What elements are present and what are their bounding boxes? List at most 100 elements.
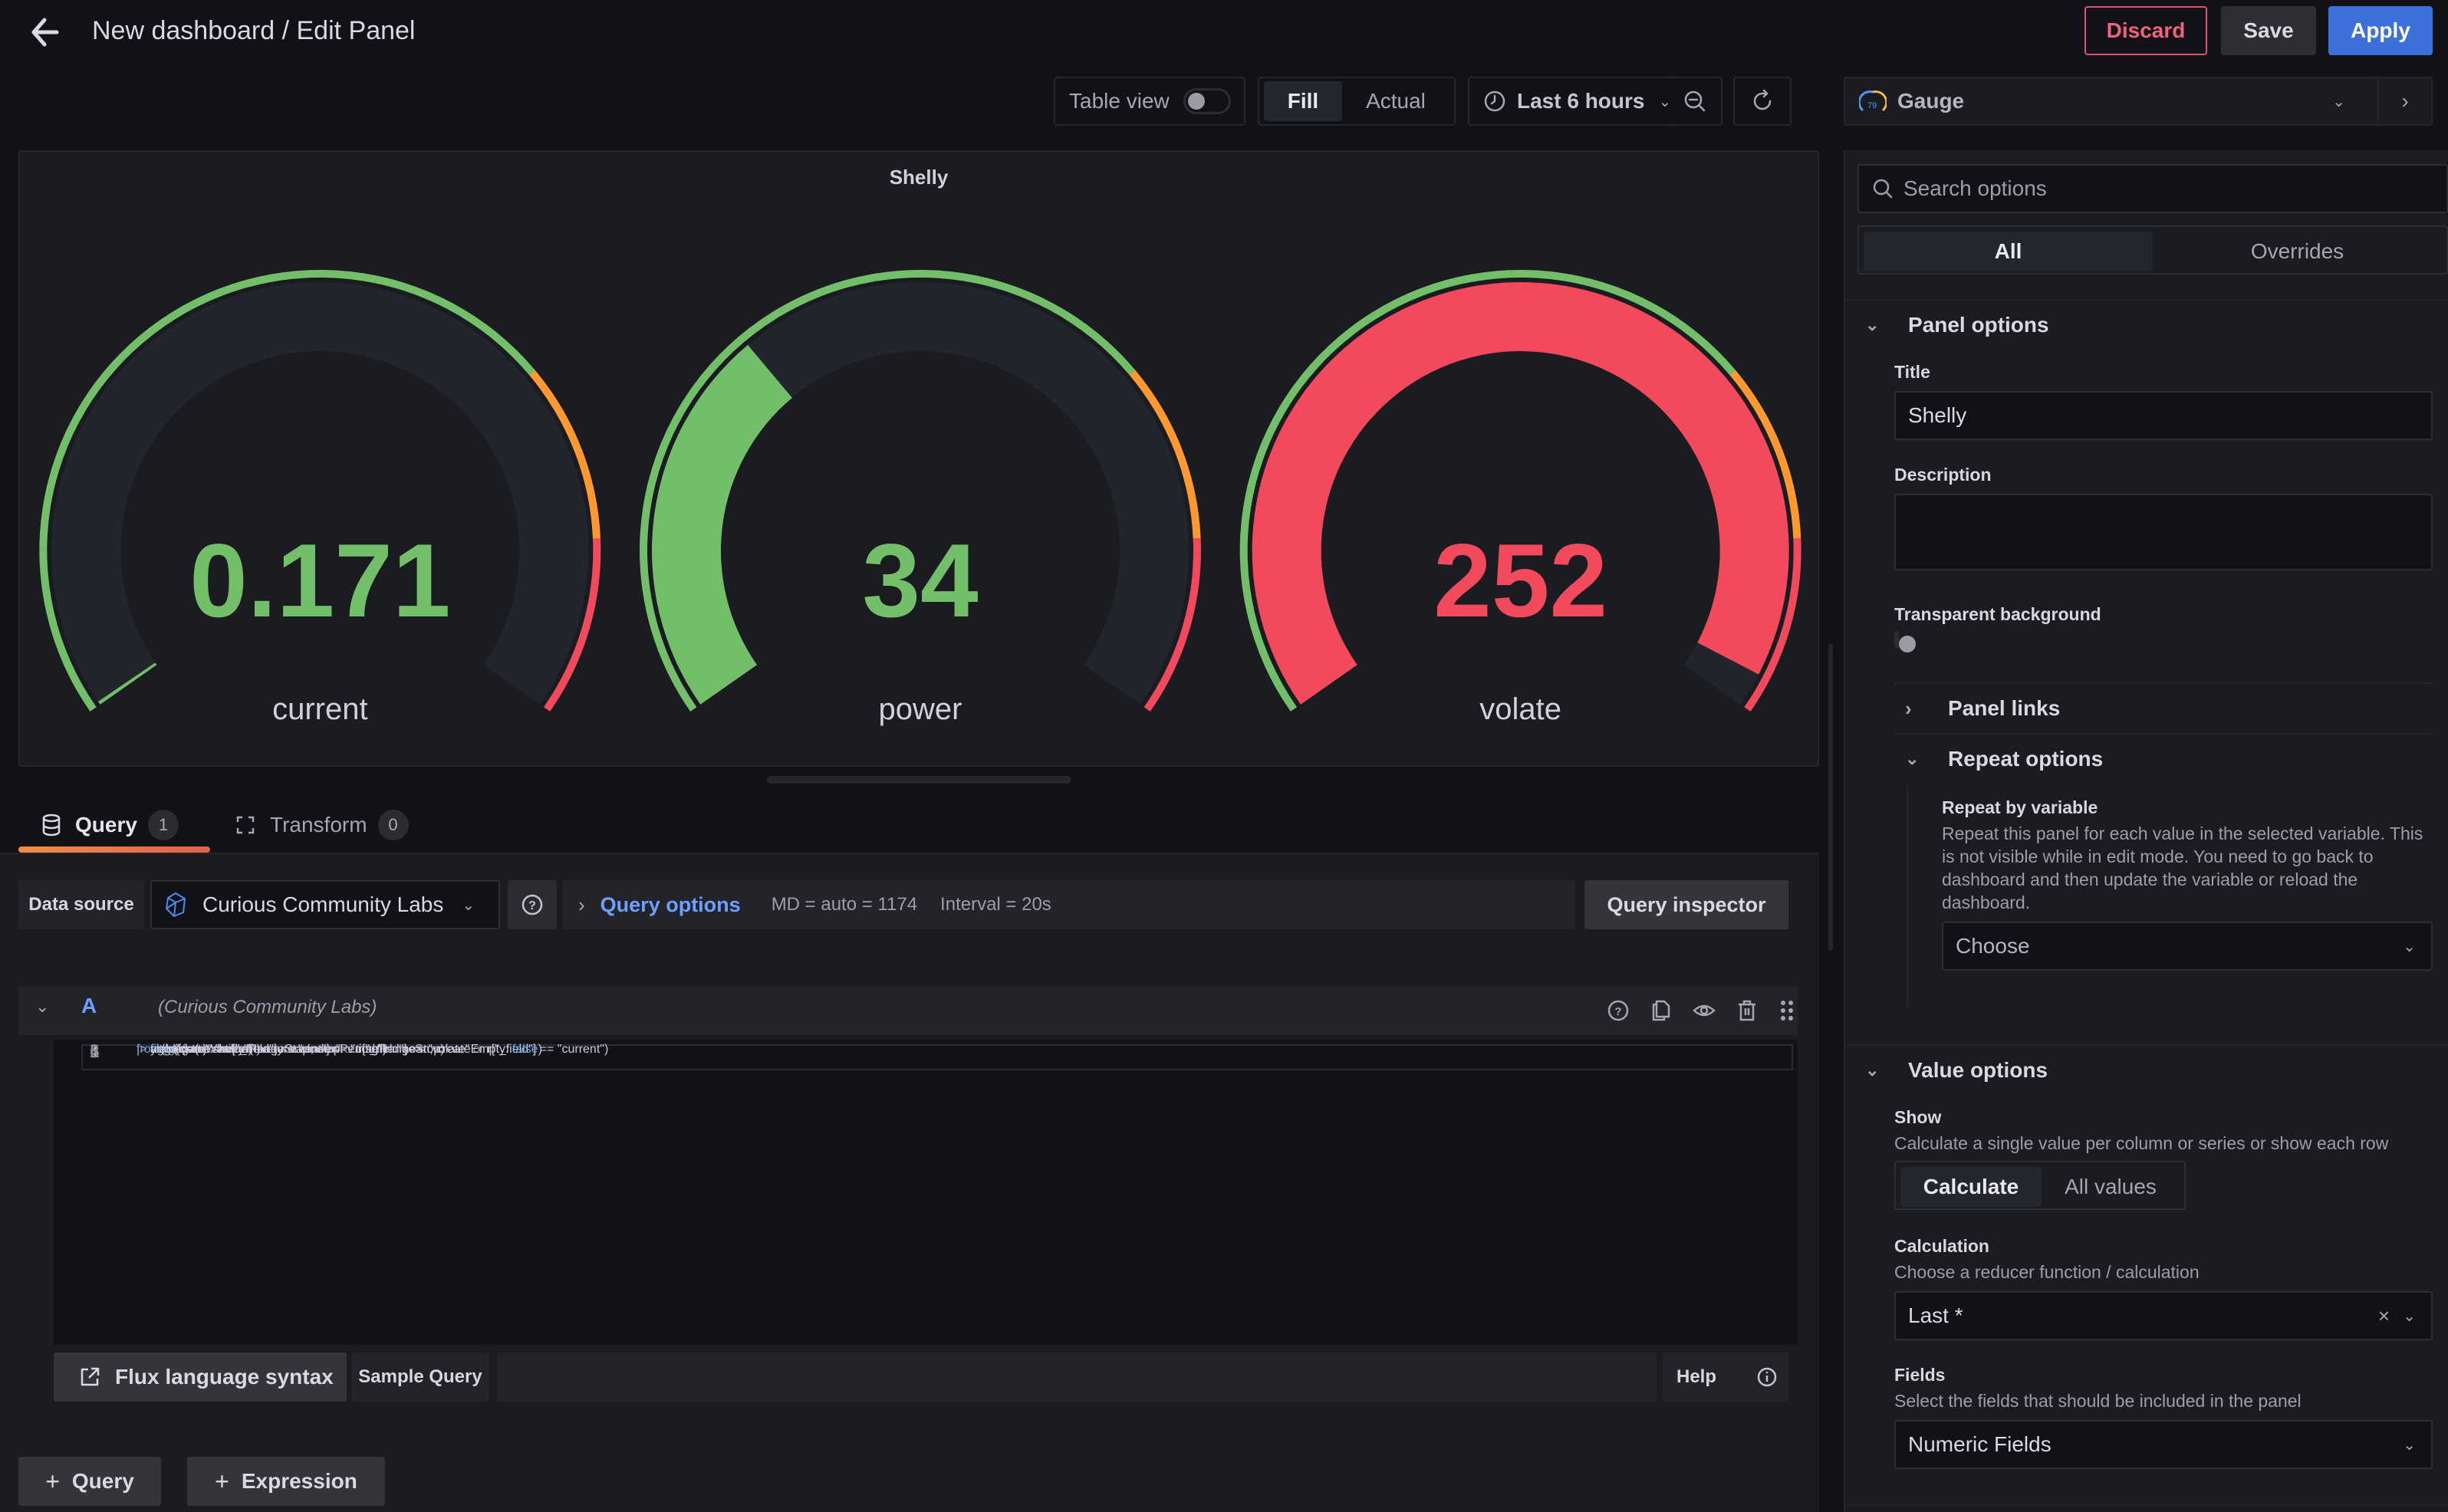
delete-query-button[interactable] — [1735, 998, 1759, 1023]
collapse-options-button[interactable]: › — [2377, 78, 2431, 124]
description-textarea[interactable] — [1894, 494, 2433, 570]
save-button[interactable]: Save — [2221, 6, 2316, 55]
gauge-power: 34 power — [640, 270, 1201, 726]
chevron-down-icon: ⌄ — [2403, 1436, 2416, 1454]
panel-options-header[interactable]: ⌄ Panel options — [1865, 305, 2049, 345]
repeat-options-header[interactable]: ⌄ Repeat options — [1905, 739, 2103, 779]
transparent-bg-switch[interactable] — [1894, 631, 1916, 652]
visualization-picker[interactable]: 79 Gauge ⌄ › — [1844, 77, 2433, 126]
divider — [1844, 1044, 2448, 1046]
table-view-toggle[interactable]: Table view — [1054, 77, 1245, 126]
data-source-value: Curious Community Labs — [202, 892, 444, 916]
collapse-query-icon[interactable]: ⌄ — [35, 997, 49, 1017]
tab-query-label: Query — [75, 813, 137, 837]
panel-resize-handle[interactable] — [767, 776, 1071, 784]
interval-value: Interval = 20s — [940, 894, 1051, 915]
query-options-toggle[interactable]: › Query options MD = auto = 1174 Interva… — [563, 880, 1575, 929]
chevron-down-icon: ⌄ — [1865, 1060, 1880, 1080]
repeat-variable-select[interactable]: Choose ⌄ — [1942, 922, 2433, 971]
title-value: Shelly — [1908, 403, 1967, 427]
gauge-label: power — [879, 692, 962, 726]
value-options-header[interactable]: ⌄ Value options — [1865, 1050, 2048, 1090]
chevron-right-icon: › — [1905, 696, 1912, 720]
svg-text:?: ? — [528, 899, 536, 912]
fields-description: Select the fields that should be include… — [1894, 1391, 2302, 1411]
vertical-scrollbar[interactable] — [1828, 644, 1833, 951]
visualization-label: Gauge — [1897, 89, 1965, 113]
duplicate-query-button[interactable] — [1649, 998, 1673, 1023]
fill-actual-switch: Fill Actual — [1258, 77, 1456, 126]
search-options-placeholder: Search options — [1903, 176, 2047, 200]
transparent-bg-label: Transparent background — [1894, 604, 2101, 624]
tab-all[interactable]: All — [1864, 232, 2153, 271]
divider — [1844, 1504, 2448, 1506]
title-label: Title — [1894, 362, 1930, 382]
time-range-picker[interactable]: Last 6 hours ⌄ — [1468, 77, 1698, 126]
add-query-label: Query — [71, 1469, 134, 1493]
gauge-label: current — [272, 692, 368, 726]
discard-button[interactable]: Discard — [2084, 6, 2207, 55]
time-range-label: Last 6 hours — [1517, 89, 1645, 113]
actual-option[interactable]: Actual — [1342, 81, 1449, 121]
calculation-description: Choose a reducer function / calculation — [1894, 1262, 2200, 1282]
show-description: Calculate a single value per column or s… — [1894, 1133, 2389, 1153]
gauge-label: volate — [1479, 692, 1561, 726]
query-row-datasource: (Curious Community Labs) — [158, 997, 377, 1017]
trash-icon — [1739, 1000, 1755, 1021]
fields-select[interactable]: Numeric Fields ⌄ — [1894, 1420, 2433, 1469]
gauge-current: 0.171 current — [39, 269, 601, 726]
zoom-out-button[interactable] — [1669, 77, 1722, 126]
chevron-down-icon: ⌄ — [462, 896, 475, 914]
repeat-options-guide — [1907, 785, 1908, 1007]
database-icon — [42, 814, 61, 837]
drag-query-handle[interactable] — [1775, 998, 1799, 1023]
chevron-down-icon: ⌄ — [2403, 1307, 2416, 1325]
add-query-button[interactable]: + Query — [18, 1457, 161, 1506]
tab-query-count: 1 — [147, 810, 179, 840]
calculation-select[interactable]: Last * × ⌄ — [1894, 1291, 2433, 1340]
toggle-query-visibility-button[interactable] — [1692, 998, 1716, 1023]
panel-links-header[interactable]: › Panel links — [1905, 689, 2060, 728]
chevron-down-icon: ⌄ — [2332, 93, 2345, 110]
description-label: Description — [1894, 465, 1992, 485]
add-expression-button[interactable]: + Expression — [187, 1457, 385, 1506]
tab-query[interactable]: Query 1 — [41, 797, 179, 853]
help-button[interactable]: Help — [1663, 1353, 1788, 1402]
info-circle-icon — [1757, 1367, 1777, 1387]
refresh-button[interactable] — [1733, 77, 1792, 126]
chevron-right-icon: › — [578, 892, 585, 916]
tab-transform[interactable]: Transform 0 — [235, 797, 409, 853]
data-source-select[interactable]: Curious Community Labs ⌄ — [150, 880, 500, 929]
query-ref-id[interactable]: A — [81, 994, 97, 1018]
apply-button[interactable]: Apply — [2328, 6, 2433, 55]
flux-syntax-link[interactable]: Flux language syntax — [54, 1353, 347, 1402]
data-source-help-button[interactable]: ? — [508, 880, 557, 929]
divider — [1894, 733, 2433, 735]
sample-query-select[interactable] — [497, 1353, 1657, 1402]
panel-preview: Shelly 0.171 current 34 power 252 volate — [18, 150, 1819, 767]
options-tabs: All Overrides — [1857, 225, 2448, 274]
zoom-out-icon — [1684, 90, 1706, 112]
fields-label: Fields — [1894, 1365, 1946, 1385]
clear-icon[interactable]: × — [2378, 1304, 2390, 1328]
query-help-button[interactable]: ? — [1606, 998, 1630, 1023]
table-view-switch[interactable] — [1183, 88, 1231, 114]
line-number: 6 — [89, 1043, 100, 1062]
title-input[interactable]: Shelly — [1894, 391, 2433, 440]
search-options-input[interactable]: Search options — [1857, 164, 2448, 213]
sample-query-label: Sample Query — [351, 1353, 489, 1402]
query-inspector-button[interactable]: Query inspector — [1584, 880, 1788, 929]
show-calculate-option[interactable]: Calculate — [1900, 1167, 2042, 1207]
fill-option[interactable]: Fill — [1264, 81, 1342, 121]
table-view-label: Table view — [1069, 89, 1170, 113]
back-button[interactable] — [28, 15, 61, 49]
show-all-values-option[interactable]: All values — [2042, 1167, 2180, 1207]
copy-icon — [1652, 1000, 1670, 1021]
plus-icon: + — [45, 1467, 60, 1495]
eye-icon — [1693, 1004, 1716, 1017]
plus-icon: + — [215, 1467, 229, 1495]
query-options-label: Query options — [600, 892, 741, 916]
gauge-value: 34 — [862, 522, 978, 639]
tab-overrides[interactable]: Overrides — [2153, 232, 2442, 271]
code-text: |> yield(name: "mean") — [137, 1043, 261, 1056]
